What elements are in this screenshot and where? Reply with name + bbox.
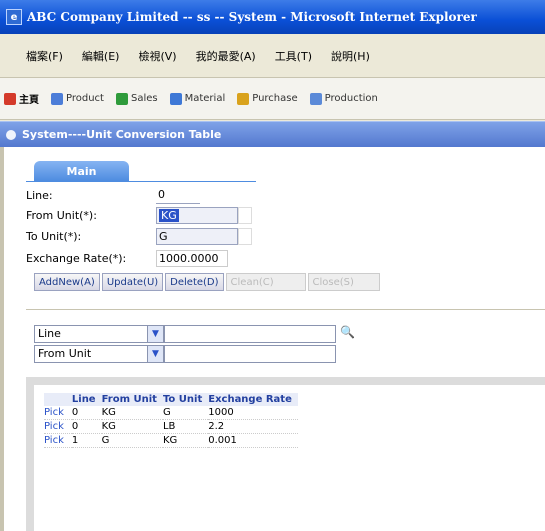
filter-search-input-2[interactable] (164, 345, 336, 363)
from-unit-value: KG (159, 209, 179, 222)
table-header-row: Line From Unit To Unit Exchange Rate (44, 393, 298, 406)
menu-bar: 檔案(F) 編輯(E) 檢視(V) 我的最愛(A) 工具(T) 說明(H) (0, 34, 545, 78)
filter-field-label: Line (38, 327, 61, 340)
menu-favorites[interactable]: 我的最愛(A) (196, 48, 256, 64)
results-grid-frame: Line From Unit To Unit Exchange Rate Pic… (26, 377, 545, 531)
nav-tab-label: Production (324, 93, 378, 104)
filter-field-select-1[interactable]: Line ▼ (34, 325, 164, 343)
menu-view[interactable]: 檢視(V) (138, 48, 176, 64)
cell-from-unit: KG (101, 419, 163, 434)
filter-field-label: From Unit (38, 347, 92, 360)
delete-button[interactable]: Delete(D) (165, 273, 224, 291)
clean-button[interactable]: Clean(C) (225, 273, 306, 291)
nav-tab-label: Product (66, 93, 104, 104)
chevron-down-icon: ▼ (147, 326, 163, 342)
table-row: Pick 0 KG LB 2.2 (44, 419, 298, 434)
ie-icon: e (6, 9, 22, 25)
search-icon[interactable]: 🔍 (340, 325, 356, 341)
to-unit-label: To Unit(*): (26, 230, 82, 243)
update-button[interactable]: Update(U) (101, 273, 164, 291)
content-area: Main Line: 0 From Unit(*): KG To Unit(*)… (0, 147, 545, 531)
nav-tab-production[interactable]: Production (309, 92, 378, 105)
cell-exchange-rate: 1000 (208, 406, 298, 420)
col-exchange-rate-header: Exchange Rate (208, 393, 298, 406)
col-line-header: Line (71, 393, 102, 406)
filter-search-input-1[interactable] (164, 325, 336, 343)
cell-to-unit: LB (162, 419, 209, 434)
cell-from-unit: G (101, 433, 163, 448)
window-title: ABC Company Limited -- ss -- System - Mi… (27, 10, 477, 24)
cell-line: 1 (71, 433, 102, 448)
pick-link[interactable]: Pick (44, 419, 72, 434)
nav-tab-sales[interactable]: Sales (115, 92, 158, 105)
nav-tab-material[interactable]: Material (169, 92, 226, 105)
material-icon (169, 92, 182, 105)
nav-tab-purchase[interactable]: Purchase (237, 92, 298, 105)
line-label: Line: (26, 189, 53, 202)
product-icon (51, 92, 63, 105)
pick-link[interactable]: Pick (44, 406, 72, 420)
exchange-rate-input[interactable]: 1000.0000 (156, 250, 228, 267)
tab-main[interactable]: Main (34, 161, 129, 181)
table-row: Pick 1 G KG 0.001 (44, 433, 298, 448)
cell-exchange-rate: 0.001 (208, 433, 298, 448)
from-unit-input[interactable]: KG (156, 207, 238, 224)
cell-line: 0 (71, 419, 102, 434)
from-unit-label: From Unit(*): (26, 209, 97, 222)
panel-header: System----Unit Conversion Table (0, 121, 545, 147)
menu-help[interactable]: 說明(H) (331, 48, 370, 64)
results-table: Line From Unit To Unit Exchange Rate Pic… (44, 393, 298, 448)
from-unit-lookup[interactable] (238, 207, 252, 224)
module-nav: 主頁 Product Sales Material Purchase Produ… (0, 78, 545, 120)
table-row: Pick 0 KG G 1000 (44, 406, 298, 420)
close-button[interactable]: Close(S) (307, 273, 380, 291)
chevron-down-icon: ▼ (147, 346, 163, 362)
production-icon (309, 92, 322, 105)
col-from-unit-header: From Unit (101, 393, 163, 406)
sales-icon (115, 92, 128, 105)
nav-tab-label: Purchase (252, 93, 298, 104)
menu-tools[interactable]: 工具(T) (275, 48, 312, 64)
to-unit-lookup[interactable] (238, 228, 252, 245)
col-to-unit-header: To Unit (162, 393, 209, 406)
purchase-icon (237, 92, 250, 105)
nav-tab-label: 主頁 (19, 95, 39, 106)
menu-file[interactable]: 檔案(F) (26, 48, 63, 64)
cell-to-unit: KG (162, 433, 209, 448)
action-buttons: AddNew(A) Update(U) Delete(D) Clean(C) C… (34, 273, 380, 291)
panel-icon (6, 129, 16, 140)
menu-edit[interactable]: 編輯(E) (82, 48, 120, 64)
nav-tab-product[interactable]: Product (51, 92, 104, 105)
window-titlebar: e ABC Company Limited -- ss -- System - … (0, 0, 545, 34)
line-value: 0 (156, 187, 200, 204)
cell-to-unit: G (162, 406, 209, 420)
to-unit-input[interactable]: G (156, 228, 238, 245)
cell-exchange-rate: 2.2 (208, 419, 298, 434)
nav-tab-home[interactable]: 主頁 (4, 91, 39, 106)
nav-tab-label: Sales (130, 93, 158, 104)
panel-title: System----Unit Conversion Table (22, 128, 222, 141)
pick-link[interactable]: Pick (44, 433, 72, 448)
filter-field-select-2[interactable]: From Unit ▼ (34, 345, 164, 363)
home-icon (4, 92, 16, 105)
cell-line: 0 (71, 406, 102, 420)
tab-underline (26, 181, 256, 182)
divider (26, 309, 545, 310)
nav-tab-label: Material (184, 93, 226, 104)
col-pick-header (44, 393, 72, 406)
addnew-button[interactable]: AddNew(A) (34, 273, 100, 291)
exchange-rate-label: Exchange Rate(*): (26, 252, 127, 265)
cell-from-unit: KG (101, 406, 163, 420)
